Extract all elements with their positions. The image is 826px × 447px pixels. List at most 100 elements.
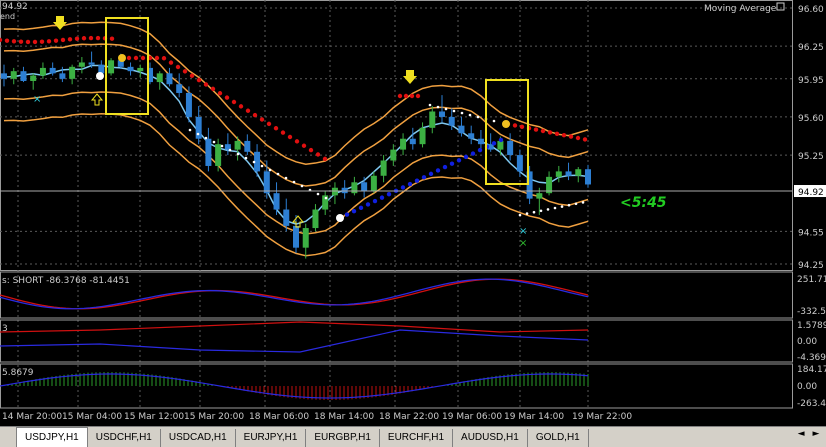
subwindow-axis-label: 251.71: [797, 275, 826, 285]
stop-dot-red: [189, 73, 195, 78]
stop-dot-red: [561, 133, 567, 138]
entry-circle: [96, 72, 104, 80]
stop-dot-red: [512, 123, 518, 128]
stop-dot-red: [175, 64, 181, 70]
stop-dot-red: [266, 121, 272, 127]
candle-body: [234, 140, 241, 150]
stop-dot-red: [301, 143, 307, 148]
psar-dot: [324, 196, 328, 200]
stop-dot-red: [140, 55, 146, 61]
stop-dot-red: [554, 131, 560, 136]
psar-dot: [252, 160, 256, 164]
tab-usdjpy-h1[interactable]: USDJPY,H1: [16, 427, 88, 447]
candle-body: [361, 182, 368, 192]
time-axis-label: 15 Mar 20:00: [184, 412, 244, 422]
stop-dot-red: [196, 77, 202, 83]
stop-dot-red: [182, 69, 188, 74]
tab-audusd-h1[interactable]: AUDUSD,H1: [453, 429, 528, 447]
stop-dot-red: [126, 55, 132, 61]
candle-body: [176, 84, 183, 93]
psar-dot: [436, 105, 440, 109]
stop-dot-red: [154, 55, 160, 61]
psar-dot: [581, 201, 585, 204]
indicator-menu-icon[interactable]: [776, 2, 785, 11]
stop-dot-red: [397, 93, 403, 99]
candle-body: [108, 60, 115, 74]
stop-dot-red: [88, 35, 94, 41]
stop-dot-blue: [477, 147, 483, 153]
psar-dot: [228, 148, 232, 152]
candle-body: [166, 73, 173, 85]
candle-body: [468, 133, 475, 139]
candle-body: [400, 138, 407, 150]
candle-timer: <5:45: [620, 195, 667, 211]
time-axis-label: 15 Mar 04:00: [62, 412, 122, 422]
subwindow-label: 5.8679: [2, 368, 34, 378]
tab-usdchf-h1[interactable]: USDCHF,H1: [88, 429, 161, 447]
stop-dot-red: [133, 55, 139, 61]
candle-body: [351, 182, 358, 194]
stop-dot-red: [46, 39, 52, 44]
stop-dot-red: [568, 134, 574, 139]
candle-body: [536, 193, 543, 199]
subwindow-axis-label: -263.49: [797, 399, 826, 409]
candle-body: [458, 125, 465, 134]
stop-dot-red: [409, 93, 415, 99]
candle-body: [555, 171, 562, 177]
stop-dot-blue: [351, 209, 357, 214]
subwindow-axis-label: 184.17: [797, 365, 826, 375]
trading-platform-window: × × × 96.60 96.25 95.95 95.60 95.25 94.92 94.55 9…: [0, 0, 826, 447]
candle-body: [565, 171, 572, 176]
candle-body: [331, 187, 338, 196]
candle-body: [156, 73, 163, 83]
candle-body: [215, 144, 222, 166]
stop-dot-red: [547, 130, 553, 135]
candle-body: [302, 228, 309, 248]
candle-body: [30, 75, 37, 81]
scroll-right-icon[interactable]: ►: [810, 429, 822, 439]
tab-usdcad-h1[interactable]: USDCAD,H1: [161, 429, 236, 447]
stop-dot-red: [533, 127, 539, 132]
scroll-left-icon[interactable]: ◄: [795, 429, 807, 439]
psar-dot: [212, 140, 216, 144]
psar-dot: [268, 168, 272, 172]
subwindow-axis-label: 0.00: [797, 337, 817, 347]
candle-body: [98, 64, 105, 74]
stop-dot-red: [519, 124, 525, 129]
candle-body: [477, 138, 484, 145]
stop-dot-red: [308, 147, 314, 153]
stop-dot-blue: [463, 154, 469, 160]
psar-dot: [196, 132, 200, 136]
buy-arrow-icon: [291, 215, 305, 228]
stop-dot-red: [74, 36, 80, 41]
tab-eurchf-h1[interactable]: EURCHF,H1: [380, 429, 454, 447]
entry-circle: [118, 54, 126, 62]
candle-body: [10, 71, 17, 79]
candle-body: [137, 67, 144, 72]
candle-body: [195, 116, 202, 139]
stop-dot-red: [315, 152, 321, 157]
stop-dot-red: [259, 117, 265, 122]
cross-marker-icon: ×: [519, 238, 527, 249]
candle-body: [293, 225, 299, 248]
time-axis-label: 19 Mar 06:00: [442, 412, 502, 422]
candle-body: [390, 149, 397, 161]
candle-body: [49, 67, 56, 74]
stop-dot-red: [11, 39, 17, 44]
psar-dot: [300, 184, 304, 188]
stop-dot-red: [273, 126, 279, 131]
candle-body: [273, 193, 280, 210]
tab-eurgbp-h1[interactable]: EURGBP,H1: [306, 429, 380, 447]
candle-body: [419, 127, 426, 145]
price-chart[interactable]: ××× 96.6096.2595.9595.6095.2594.9294.559…: [0, 0, 826, 426]
psar-dot: [204, 136, 208, 140]
candle-body: [380, 160, 387, 176]
tab-eurjpy-h1[interactable]: EURJPY,H1: [236, 429, 307, 447]
psar-dot: [546, 208, 550, 211]
tab-gold-h1[interactable]: GOLD,H1: [528, 429, 589, 447]
price-axis-label: 95.95: [798, 76, 824, 86]
psar-dot: [244, 156, 248, 160]
tab-scroll-arrows: ◄ ►: [795, 429, 822, 439]
psar-dot: [220, 144, 224, 148]
stop-dot-blue: [344, 212, 350, 217]
